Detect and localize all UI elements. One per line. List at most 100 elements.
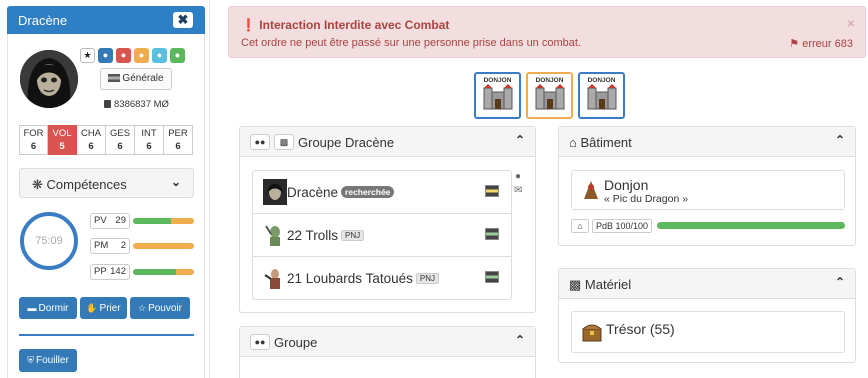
stat-vol: VOL 5 xyxy=(48,125,77,155)
user-icon[interactable]: ● xyxy=(515,171,521,182)
pp-bar-green xyxy=(133,269,176,275)
general-label: Générale xyxy=(122,73,164,84)
pp-bar xyxy=(133,269,194,275)
group2-panel: ●● Groupe ⌃ xyxy=(239,326,536,378)
materiel-panel: ▩ Matériel ⌃ Trésor (55) xyxy=(558,268,856,363)
building-name: Donjon xyxy=(604,177,649,193)
close-icon[interactable]: × xyxy=(847,15,855,31)
flag-icon[interactable] xyxy=(485,271,499,283)
pray-button[interactable]: ✋ Prier xyxy=(80,297,127,319)
member-name: 22 Trolls xyxy=(287,228,339,243)
power-button[interactable]: ☆ Pouvoir xyxy=(130,297,190,319)
materiel-panel-header: ▩ Matériel ⌃ xyxy=(559,269,855,299)
avatar[interactable] xyxy=(20,50,78,108)
flag-icon[interactable] xyxy=(485,228,499,240)
bed-icon: ▬ xyxy=(27,303,37,313)
pv-label: PV 29 xyxy=(90,213,130,229)
pv-bar-orange xyxy=(170,218,194,224)
member-portrait xyxy=(263,265,287,291)
competences-label: Compétences xyxy=(46,177,127,192)
stat-int: INT 6 xyxy=(135,125,164,155)
character-header: Dracène ✖ xyxy=(7,6,205,34)
wanted-badge: recherchée xyxy=(341,186,395,198)
alert-message: Cet ordre ne peut être passé sur une per… xyxy=(241,37,581,49)
chevron-down-icon: ⌄ xyxy=(170,175,181,189)
group-panel: ●● ▩ Groupe Dracène ⌃ Dracène recherchée … xyxy=(239,126,536,313)
castle-icon xyxy=(483,84,512,110)
materiel-item-name: Trésor (55) xyxy=(606,321,675,337)
shield-icon: ⛨ xyxy=(27,355,34,365)
exclamation-icon: ❗ xyxy=(241,18,256,32)
building-hp-bar xyxy=(657,222,845,229)
envelope-icon[interactable]: ✉ xyxy=(514,185,522,196)
close-icon[interactable]: ✖ xyxy=(173,12,193,28)
pv-bar-green xyxy=(133,218,171,224)
member-portrait xyxy=(263,179,287,205)
car-icon[interactable]: ▩ xyxy=(274,134,294,150)
home-icon: ⌂ xyxy=(569,135,581,150)
chevron-up-icon[interactable]: ⌃ xyxy=(515,133,525,147)
competences-toggle[interactable]: ❋ Compétences ⌄ xyxy=(19,168,194,198)
building-panel-header: ⌂ Bâtiment ⌃ xyxy=(559,127,855,157)
home-icon[interactable]: ⌂ xyxy=(571,219,589,233)
chevron-up-icon[interactable]: ⌃ xyxy=(515,333,525,347)
dungeon-tile[interactable]: DONJON xyxy=(474,72,521,119)
building-hp-label: PdB 100/100 xyxy=(592,219,653,233)
user-icon-blue[interactable]: ● xyxy=(98,48,113,63)
member-name: Dracène xyxy=(287,185,339,200)
search-button[interactable]: ⛨ Fouiller xyxy=(19,349,77,372)
error-alert: ❗ Interaction Interdite avec Combat Cet … xyxy=(228,6,866,58)
character-name: Dracène xyxy=(18,13,68,28)
briefcase-icon: ▩ xyxy=(569,277,585,292)
list-item[interactable]: 21 Loubards Tatoués PNJ xyxy=(253,257,511,300)
sleep-button[interactable]: ▬ Dormir xyxy=(19,297,77,319)
building-panel-title: Bâtiment xyxy=(580,135,632,150)
stats-row: FOR 6 VOL 5 CHA 6 GES 6 INT 6 PER 6 xyxy=(19,125,193,155)
stat-ges: GES 6 xyxy=(106,125,135,155)
divider xyxy=(19,334,194,336)
list-item[interactable]: 22 Trolls PNJ xyxy=(253,214,511,257)
list-item[interactable]: Dracène recherchée xyxy=(253,171,511,214)
chevron-up-icon[interactable]: ⌃ xyxy=(835,133,845,147)
users-icon[interactable]: ●● xyxy=(250,334,270,350)
user-icon-orange[interactable]: ● xyxy=(134,48,149,63)
building-card[interactable]: Donjon « Pic du Dragon » xyxy=(571,170,845,210)
stat-cha: CHA 6 xyxy=(77,125,106,155)
castle-icon xyxy=(535,84,564,110)
castle-icon xyxy=(587,84,616,110)
pp-label: PP 142 xyxy=(90,264,130,280)
user-icon-cyan[interactable]: ● xyxy=(152,48,167,63)
pv-bar xyxy=(133,218,194,224)
chevron-up-icon[interactable]: ⌃ xyxy=(835,275,845,289)
materiel-panel-title: Matériel xyxy=(584,277,632,292)
dungeon-tile-selected[interactable]: DONJON xyxy=(526,72,573,119)
users-icon[interactable]: ●● xyxy=(250,134,270,150)
flag-icon[interactable] xyxy=(485,185,499,197)
member-name: 21 Loubards Tatoués xyxy=(287,271,413,286)
pm-bar xyxy=(133,243,194,249)
general-button[interactable]: Générale xyxy=(100,68,172,90)
treasure-chest-icon xyxy=(582,324,602,342)
pp-row: PP 142 xyxy=(90,264,194,280)
flag-icon xyxy=(108,74,121,83)
group-panel-title: Groupe Dracène xyxy=(298,135,395,150)
pp-bar-orange xyxy=(175,269,194,275)
pm-bar-orange xyxy=(133,243,194,249)
user-icon-red[interactable]: ● xyxy=(116,48,131,63)
dungeon-selector: DONJON DONJON DONJON xyxy=(474,72,625,119)
dungeon-tile[interactable]: DONJON xyxy=(578,72,625,119)
user-icon-green[interactable]: ● xyxy=(170,48,185,63)
pnj-badge: PNJ xyxy=(415,273,439,284)
alert-title: Interaction Interdite avec Combat xyxy=(259,18,450,32)
pm-label: PM 2 xyxy=(90,238,130,254)
pm-row: PM 2 xyxy=(90,238,194,254)
dragon-icon xyxy=(584,181,598,199)
star-icon[interactable]: ★ xyxy=(80,48,95,63)
group2-panel-header: ●● Groupe ⌃ xyxy=(240,327,535,357)
gear-icon: ❋ xyxy=(32,177,47,192)
pnj-badge: PNJ xyxy=(341,230,365,241)
star-outline-icon: ☆ xyxy=(138,303,147,313)
pv-row: PV 29 xyxy=(90,213,194,229)
materiel-item[interactable]: Trésor (55) xyxy=(571,311,845,353)
error-code: erreur 683 xyxy=(802,38,853,50)
